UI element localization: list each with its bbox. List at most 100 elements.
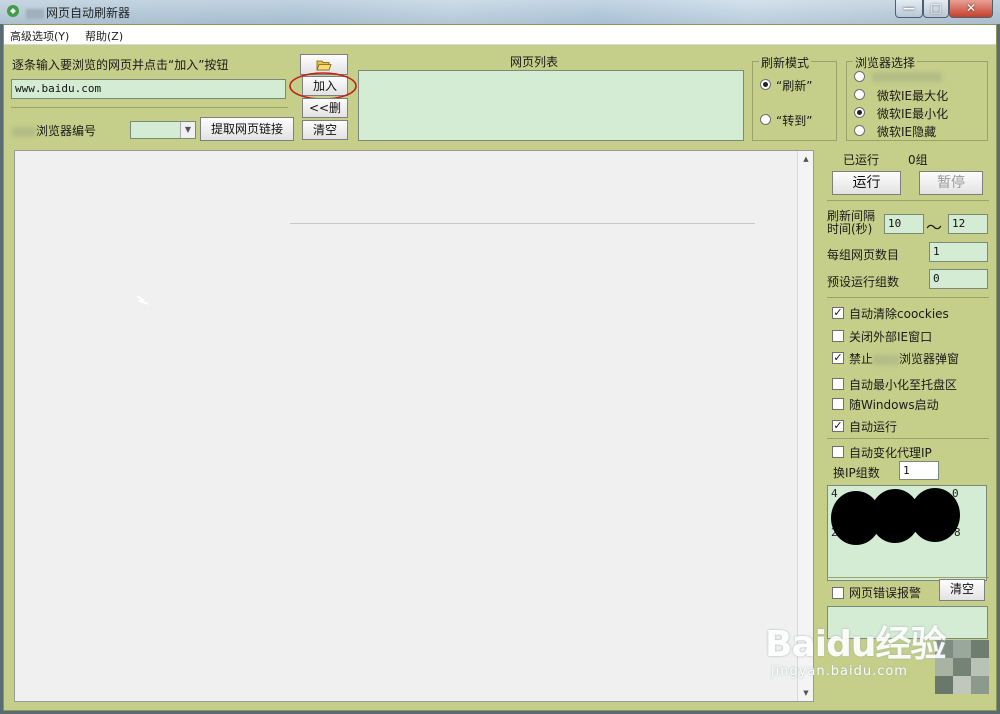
mosaic-block [971, 658, 989, 676]
vertical-scrollbar[interactable]: ▲ ▼ [797, 151, 813, 701]
mosaic-block [953, 658, 971, 676]
mosaic-block [971, 676, 989, 694]
divider [827, 577, 989, 578]
browser-option-ie-min: 微软IE最小化 [877, 107, 949, 121]
browser-radio-ie-hidden[interactable] [854, 125, 865, 136]
chevron-down-icon[interactable]: ▼ [180, 122, 195, 138]
block-popups-label: 禁止 浏览器弹窗 [849, 350, 959, 367]
pane-divider-line [290, 223, 755, 224]
close-icon: ✕ [965, 1, 977, 15]
baidu-jingyan-watermark: Baidu经验 jingyan.baidu.com [765, 624, 946, 680]
interval-label: 刷新间隔 时间(秒) [827, 210, 875, 236]
browser-option-ie-hidden: 微软IE隐藏 [877, 125, 937, 139]
preset-groups-label: 预设运行组数 [827, 275, 900, 289]
start-with-windows-checkbox[interactable] [832, 398, 844, 410]
scroll-down-icon[interactable]: ▼ [798, 685, 814, 701]
divider [827, 200, 989, 201]
browser-id-select[interactable]: ▼ [130, 121, 196, 139]
minimize-to-tray-checkbox[interactable] [832, 378, 844, 390]
switch-ip-groups-label: 换IP组数 [833, 466, 880, 480]
error-alarm-label: 网页错误报警 [849, 586, 922, 600]
title-redacted [26, 8, 44, 19]
browser-option-ie-max: 微软IE最大化 [877, 89, 949, 103]
clear-button[interactable]: 清空 [302, 120, 348, 140]
browser-id-label: 浏览器编号 [12, 122, 96, 139]
run-status-label: 已运行 [843, 153, 880, 167]
redaction-mark [910, 488, 960, 542]
pages-per-group-label: 每组网页数目 [827, 248, 900, 262]
preset-groups-input[interactable]: 0 [929, 269, 988, 289]
menu-help[interactable]: 帮助(Z) [85, 28, 123, 44]
maximize-button[interactable]: □ [923, 0, 949, 18]
app-window: 高级选项(Y) 帮助(Z) 逐条输入要浏览的网页并点击“加入”按钮 www.ba… [3, 24, 997, 711]
instruction-label: 逐条输入要浏览的网页并点击“加入”按钮 [12, 58, 229, 72]
refresh-mode-option-refresh: “刷新” [776, 79, 813, 93]
browser-radio-ie-max[interactable] [854, 89, 865, 100]
pages-per-group-input[interactable]: 1 [929, 242, 988, 262]
mosaic-block [971, 640, 989, 658]
close-external-ie-checkbox[interactable] [832, 330, 844, 342]
cursor-mark-icon [136, 295, 149, 305]
divider [827, 297, 989, 298]
minimize-icon: — [903, 1, 915, 15]
page-list-title: 网页列表 [510, 55, 559, 69]
maximize-icon: □ [930, 1, 942, 15]
mosaic-block [953, 676, 971, 694]
divider [11, 107, 288, 108]
divider [827, 438, 989, 439]
interval-range-separator: 〜 [926, 218, 943, 237]
watermark-url: jingyan.baidu.com [771, 664, 908, 679]
block-popups-checkbox[interactable]: ✓ [832, 352, 844, 364]
app-icon [7, 5, 19, 17]
folder-open-icon [316, 60, 332, 71]
browser-radio-ie-min[interactable] [854, 107, 865, 118]
close-external-ie-label: 关闭外部IE窗口 [849, 330, 933, 344]
ip-list-line1-start: 4 [831, 487, 838, 500]
error-clear-button[interactable]: 清空 [939, 579, 985, 601]
browser-radio-redacted[interactable] [854, 71, 865, 82]
browser-option-redacted [872, 69, 942, 83]
menu-advanced-options[interactable]: 高级选项(Y) [10, 28, 69, 44]
minimize-button[interactable]: — [895, 0, 923, 18]
watermark-brand: Baidu经验 [765, 624, 946, 665]
redacted-text [12, 126, 36, 137]
redacted-text [873, 354, 900, 365]
title-bar: 网页自动刷新器 [0, 0, 1000, 24]
block-popups-text: 浏览器弹窗 [899, 352, 960, 366]
interval-min-input[interactable]: 10 [884, 214, 924, 234]
refresh-mode-option-goto: “转到” [776, 114, 813, 128]
refresh-mode-radio-goto[interactable] [760, 114, 771, 125]
menu-bar: 高级选项(Y) 帮助(Z) [4, 25, 996, 45]
mosaic-block [953, 640, 971, 658]
interval-label-line1: 刷新间隔 [827, 209, 876, 223]
minimize-to-tray-label: 自动最小化至托盘区 [849, 378, 958, 392]
extract-links-button[interactable]: 提取网页链接 [200, 117, 294, 141]
auto-proxy-checkbox[interactable] [832, 446, 844, 458]
window-title: 网页自动刷新器 [26, 4, 130, 21]
refresh-mode-title: 刷新模式 [759, 54, 812, 71]
refresh-mode-group: 刷新模式 [752, 54, 837, 141]
browser-view-pane[interactable]: ▲ ▼ [14, 150, 814, 702]
page-list-box[interactable] [358, 70, 744, 141]
auto-clear-cookies-checkbox[interactable]: ✓ [832, 307, 844, 319]
window-title-text: 网页自动刷新器 [46, 6, 131, 20]
interval-max-input[interactable]: 12 [948, 214, 988, 234]
redacted-text [872, 71, 942, 82]
url-input[interactable]: www.baidu.com [11, 79, 286, 99]
proxy-ip-list[interactable]: 4 0 2 8 [827, 485, 987, 581]
scroll-up-icon[interactable]: ▲ [798, 151, 814, 167]
browser-id-label-text: 浏览器编号 [36, 124, 97, 138]
auto-run-label: 自动运行 [849, 420, 898, 434]
auto-proxy-label: 自动变化代理IP [849, 446, 932, 460]
auto-run-checkbox[interactable]: ✓ [832, 420, 844, 432]
delete-button[interactable]: <<删除 [302, 98, 348, 134]
close-button[interactable]: ✕ [949, 0, 993, 18]
run-button[interactable]: 运行 [832, 171, 901, 195]
pause-button[interactable]: 暂停 [919, 171, 983, 195]
switch-ip-groups-input[interactable]: 1 [899, 461, 939, 480]
auto-clear-cookies-label: 自动清除coockies [849, 307, 949, 321]
start-with-windows-label: 随Windows启动 [849, 398, 939, 412]
refresh-mode-radio-refresh[interactable] [760, 79, 771, 90]
interval-label-line2: 时间(秒) [827, 222, 873, 236]
error-alarm-checkbox[interactable] [832, 587, 844, 599]
